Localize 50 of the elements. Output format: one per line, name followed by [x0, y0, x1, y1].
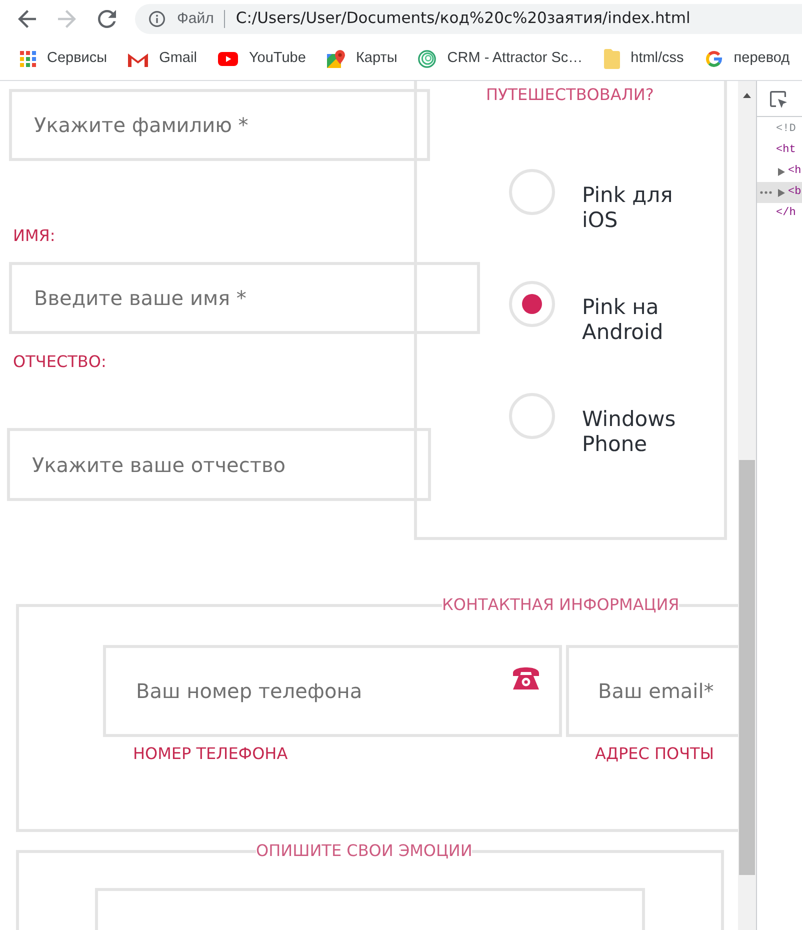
- bookmark-link[interactable]: Сервисы: [20, 48, 108, 70]
- fieldset-legend: КОНТАКТНАЯ ИНФОРМАЦИЯ: [442, 595, 680, 615]
- dom-node[interactable]: <b: [757, 182, 802, 203]
- surname-field[interactable]: Укажите фамилию *: [9, 89, 430, 161]
- map-pin-icon: [326, 50, 345, 68]
- letter-g-logo-icon: [704, 50, 723, 68]
- bookmark-link[interactable]: Gmail: [128, 48, 197, 70]
- dom-node[interactable]: <h: [757, 161, 802, 182]
- field-label: ОТЧЕСТВО:: [13, 353, 106, 371]
- radio-button[interactable]: [509, 393, 555, 439]
- circular-arrow-icon[interactable]: [98, 10, 116, 28]
- dom-node[interactable]: <!D: [757, 119, 802, 140]
- info-icon[interactable]: [149, 11, 165, 27]
- play-icon: [218, 52, 238, 66]
- dom-node[interactable]: </h: [757, 203, 802, 224]
- option-label: Pink для iOS: [582, 183, 674, 233]
- arrow-left-icon[interactable]: [18, 10, 36, 28]
- field-label: ИМЯ:: [13, 227, 56, 245]
- scrollbar[interactable]: [738, 81, 756, 930]
- caret-right-icon[interactable]: [778, 168, 785, 176]
- grid-icon: [20, 51, 36, 67]
- option-label: Pink на Android: [582, 295, 664, 345]
- ellipsis-icon[interactable]: [760, 191, 772, 194]
- rings-icon: [418, 50, 436, 68]
- bookmark-link[interactable]: YouTube: [218, 48, 306, 70]
- bookmark-link[interactable]: перевод: [704, 48, 790, 70]
- dom-node[interactable]: <ht: [757, 140, 802, 161]
- cursor-box-icon[interactable]: [770, 91, 787, 108]
- email-field[interactable]: Ваш email*: [566, 645, 738, 737]
- scrollbar-thumb[interactable]: [739, 460, 755, 875]
- scheme-label: Файл: [177, 8, 214, 29]
- field-label: НОМЕР ТЕЛЕФОНА: [133, 745, 288, 763]
- letter-m-logo-icon: [128, 52, 148, 66]
- option-label: Windows Phone: [582, 407, 677, 457]
- address-bar[interactable]: Файл C:/Users/User/Documents/код%20с%20заятия/index.html: [135, 4, 802, 34]
- field-label: АДРЕС ПОЧТЫ: [595, 745, 714, 763]
- radio-button[interactable]: [509, 169, 555, 215]
- bookmark-link[interactable]: Карты: [326, 48, 398, 70]
- folder-icon: [604, 49, 620, 69]
- fieldset-legend: ПУТЕШЕСТВОВАЛИ?: [486, 85, 654, 105]
- patronymic-field[interactable]: Укажите ваше отчество: [7, 428, 431, 501]
- name-field[interactable]: Введите ваше имя *: [9, 262, 480, 334]
- bookmark-link[interactable]: html/css: [604, 48, 684, 70]
- caret-up-icon[interactable]: [743, 93, 751, 98]
- phone-field[interactable]: Ваш номер телефона: [103, 645, 562, 737]
- radio-button[interactable]: [509, 281, 555, 327]
- fieldset-legend: ОПИШИТЕ СВОИ ЭМОЦИИ: [256, 841, 472, 861]
- bookmark-link[interactable]: CRM - Attractor Sc…: [418, 48, 583, 70]
- url-text[interactable]: C:/Users/User/Documents/код%20с%20заятия/index.html: [236, 7, 690, 31]
- caret-right-icon[interactable]: [778, 188, 785, 196]
